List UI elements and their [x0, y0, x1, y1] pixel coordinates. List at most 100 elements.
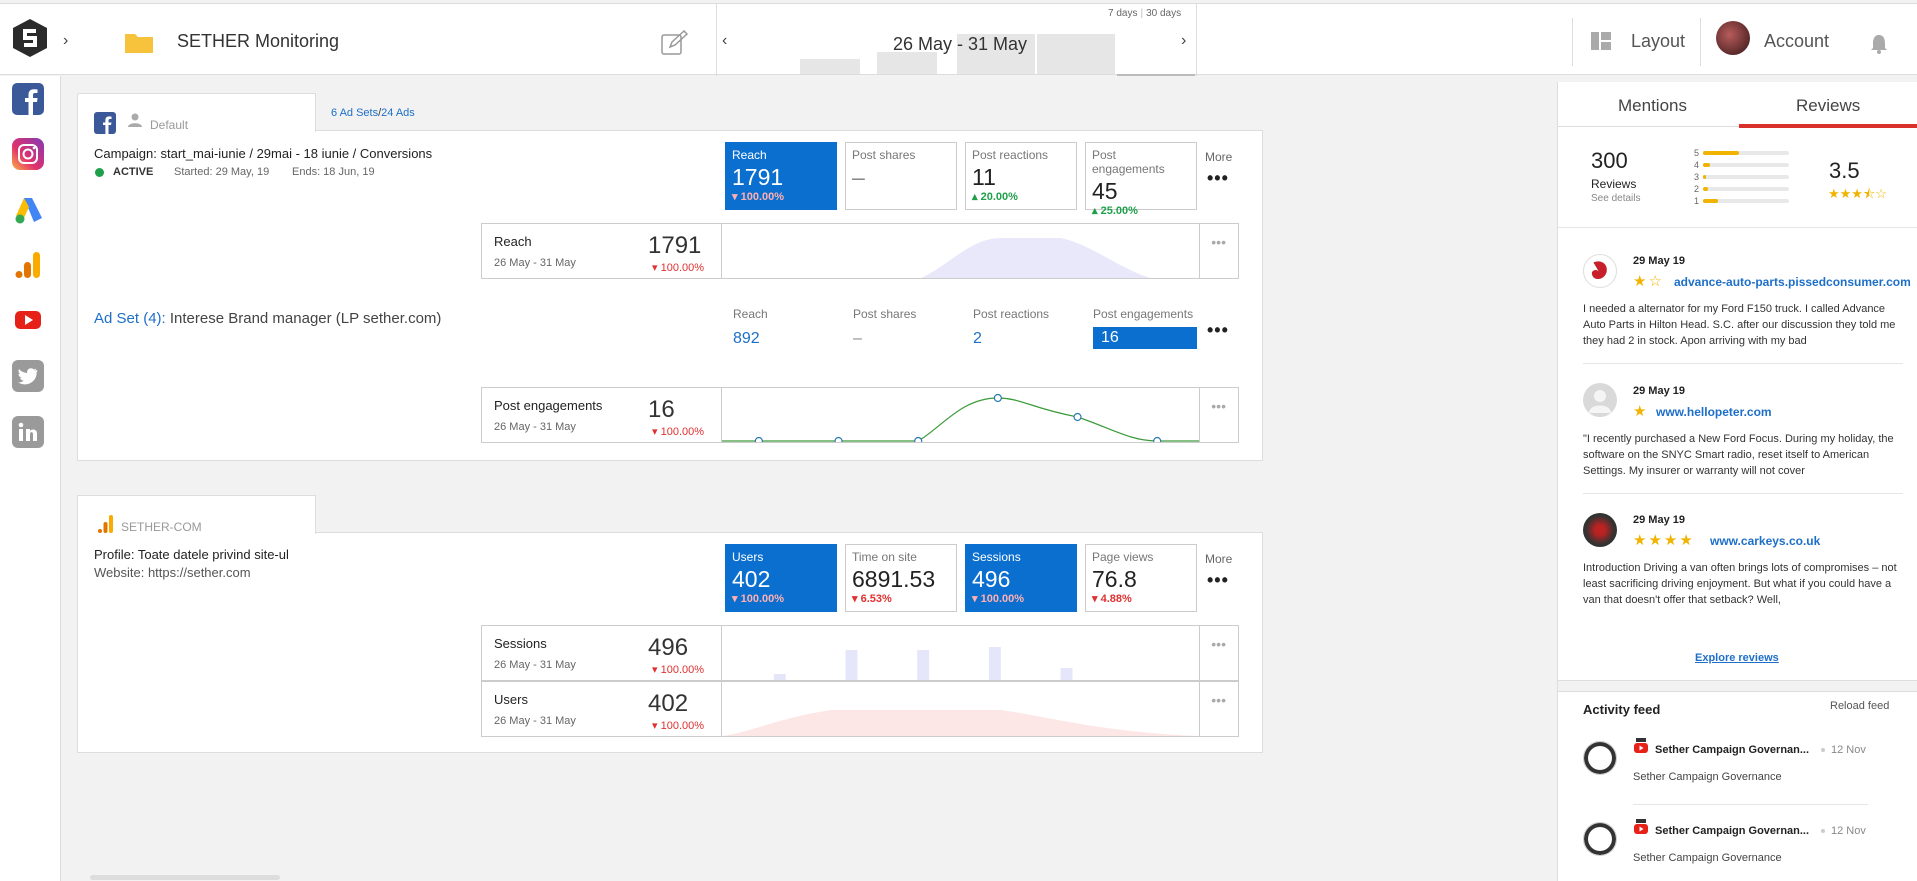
youtube-icon — [1634, 819, 1648, 834]
adset-col-value[interactable]: 892 — [733, 330, 760, 348]
adset-col-value[interactable]: – — [853, 330, 862, 348]
adset-col-value-selected[interactable]: 16 — [1093, 327, 1197, 349]
kpi-label: Reach — [732, 148, 767, 162]
star-bar-fill — [1703, 175, 1706, 179]
star-bar — [1703, 175, 1789, 179]
date-histogram-bar[interactable] — [1117, 74, 1195, 76]
reviewer-avatar — [1583, 254, 1617, 288]
kpi-page-views[interactable]: Page views 76.8 ▾ 4.88% — [1085, 544, 1197, 612]
kpi-time-on-site[interactable]: Time on site 6891.53 ▾ 6.53% — [845, 544, 957, 612]
activity-feed-title: Activity feed — [1583, 702, 1661, 717]
kpi-users[interactable]: Users 402 ▾ 100.00% — [725, 544, 837, 612]
google-ads-icon[interactable] — [12, 194, 44, 226]
range-7-days-link[interactable]: 7 days — [1108, 8, 1137, 19]
tab-reviews[interactable]: Reviews — [1796, 96, 1860, 116]
range-30-days-link[interactable]: 30 days — [1146, 8, 1181, 19]
review-source-link[interactable]: www.hellopeter.com — [1656, 405, 1772, 419]
kpi-sessions[interactable]: Sessions 496 ▾ 100.00% — [965, 544, 1077, 612]
kpi-post-shares[interactable]: Post shares – — [845, 142, 957, 210]
more-label[interactable]: More — [1205, 150, 1232, 164]
status-dot — [95, 168, 104, 177]
review-source-link[interactable]: advance-auto-parts.pissedconsumer.com — [1674, 275, 1911, 289]
google-analytics-icon[interactable] — [12, 249, 44, 281]
divider — [1572, 18, 1573, 66]
default-user-icon — [1589, 390, 1611, 413]
users-area-chart — [721, 682, 1200, 736]
twitter-icon[interactable] — [12, 360, 44, 392]
date-histogram-bar[interactable] — [877, 52, 937, 74]
feed-item-date: 12 Nov — [1831, 825, 1866, 837]
date-range-label: 26 May - 31 May — [893, 34, 1028, 54]
breadcrumb-chevron-icon[interactable]: › — [63, 32, 68, 50]
facebook-icon[interactable] — [12, 83, 44, 115]
avatar[interactable] — [1716, 21, 1750, 55]
card-menu-icon[interactable]: ••• — [1211, 636, 1226, 652]
card-value: 496 — [648, 634, 689, 661]
adset-col-label: Post engagements — [1093, 307, 1194, 321]
date-prev-icon[interactable]: ‹ — [722, 32, 727, 50]
divider — [1700, 18, 1701, 66]
youtube-icon[interactable] — [12, 304, 44, 336]
sessions-bar-chart — [721, 626, 1200, 680]
tab-mentions[interactable]: Mentions — [1618, 96, 1687, 116]
horizontal-scrollbar[interactable] — [90, 875, 280, 880]
kpi-label: Users — [732, 550, 764, 564]
user-icon — [128, 113, 142, 127]
kpi-post-engagements[interactable]: Post engagements 45 ▴ 25.00% — [1085, 142, 1197, 217]
review-source-link[interactable]: www.carkeys.co.uk — [1710, 534, 1820, 548]
explore-reviews-button[interactable]: Explore reviews — [1695, 652, 1779, 664]
star-bar — [1703, 199, 1789, 203]
kpi-value: 11 — [972, 164, 996, 190]
star-bar-fill — [1703, 187, 1709, 191]
divider — [1583, 493, 1903, 494]
linkedin-icon[interactable] — [12, 416, 44, 448]
edit-icon[interactable] — [660, 30, 688, 56]
adset-col-value[interactable]: 2 — [973, 330, 982, 348]
feed-avatar — [1583, 822, 1617, 856]
card-change: 100.00% — [660, 262, 705, 274]
see-details-link[interactable]: See details — [1591, 193, 1640, 204]
bell-icon[interactable] — [1870, 34, 1888, 54]
card-value: 1791 — [648, 232, 702, 259]
more-options-icon[interactable]: ••• — [1207, 168, 1229, 189]
feed-dot — [1821, 748, 1825, 752]
card-menu-icon[interactable]: ••• — [1211, 692, 1226, 708]
review-stars-icon: ★ — [1633, 403, 1649, 420]
post-engagements-chart-card[interactable]: Post engagements 26 May - 31 May 16 ▾ 10… — [481, 387, 1239, 443]
star-level: 2 — [1694, 184, 1700, 194]
feed-item-title[interactable]: Sether Campaign Governan... — [1655, 744, 1809, 756]
card-title: Users — [494, 692, 528, 707]
date-histogram-bar[interactable] — [800, 59, 860, 74]
sessions-chart-card[interactable]: Sessions 26 May - 31 May 496 ▾ 100.00% •… — [481, 625, 1239, 681]
kpi-post-reactions[interactable]: Post reactions 11 ▴ 20.00% — [965, 142, 1077, 210]
sether-logo-icon[interactable] — [12, 18, 48, 58]
users-chart-card[interactable]: Users 26 May - 31 May 402 ▾ 100.00% ••• — [481, 681, 1239, 737]
account-button[interactable]: Account — [1764, 31, 1829, 52]
reviews-label: Reviews — [1591, 177, 1637, 191]
date-histogram-bar[interactable] — [1037, 34, 1115, 74]
instagram-icon[interactable] — [12, 138, 44, 170]
layout-button[interactable]: Layout — [1631, 31, 1685, 52]
adset-link[interactable]: Ad Set (4): — [94, 310, 166, 327]
kpi-reach[interactable]: Reach 1791 ▾ 100.00% — [725, 142, 837, 210]
kpi-label: Post engagements — [1092, 148, 1165, 176]
more-label[interactable]: More — [1205, 552, 1232, 566]
layout-icon[interactable] — [1591, 32, 1611, 50]
ads-link[interactable]: 24 Ads — [381, 107, 415, 119]
card-menu-icon[interactable]: ••• — [1211, 398, 1226, 414]
star-bar — [1703, 163, 1789, 167]
card-menu-icon[interactable]: ••• — [1211, 234, 1226, 250]
adset-col-label: Reach — [733, 307, 768, 321]
ad-sets-link[interactable]: 6 Ad Sets — [331, 107, 378, 119]
more-options-icon[interactable]: ••• — [1207, 570, 1229, 591]
review-text: I needed a alternator for my Ford F150 t… — [1583, 303, 1896, 347]
date-next-icon[interactable]: › — [1181, 32, 1186, 50]
reach-chart-card[interactable]: Reach 26 May - 31 May 1791 ▾ 100.00% ••• — [481, 223, 1239, 279]
adset-options-icon[interactable]: ••• — [1207, 320, 1229, 341]
folder-icon — [125, 34, 153, 53]
feed-item-title[interactable]: Sether Campaign Governan... — [1655, 825, 1809, 837]
kpi-value: 45 — [1092, 178, 1118, 204]
reload-feed-button[interactable]: Reload feed — [1830, 700, 1889, 712]
caret-up-icon: ▴ — [972, 191, 978, 203]
star-level: 5 — [1694, 148, 1700, 158]
